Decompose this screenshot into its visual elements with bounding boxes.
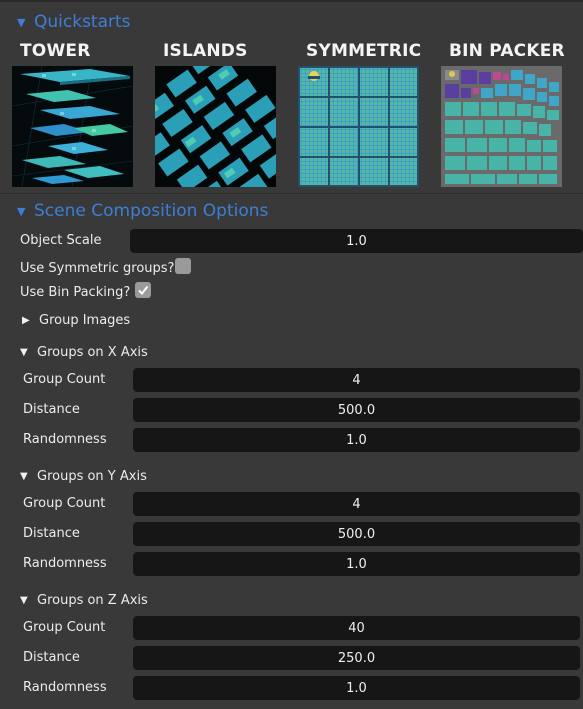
use-bin-packing-label: Use Bin Packing? [20,285,131,300]
x-randomness-field[interactable]: 1.0 [133,428,580,452]
quickstart-islands-thumbnail[interactable] [155,66,276,187]
z-group-count-label: Group Count [23,620,106,635]
groups-z-axis-header[interactable]: ▼ Groups on Z Axis [0,590,148,610]
x-group-count-label: Group Count [23,372,106,387]
quickstart-symmetric-thumbnail[interactable] [298,66,419,187]
scene-composition-header[interactable]: ▼ Scene Composition Options [0,199,583,223]
use-bin-packing-checkbox[interactable] [135,282,151,298]
y-distance-field[interactable]: 500.0 [133,522,580,546]
quickstart-islands-label: ISLANDS [163,41,248,61]
x-group-count-field[interactable]: 4 [133,368,580,392]
y-randomness-value: 1.0 [346,556,367,572]
object-scale-field[interactable]: 1.0 [130,229,583,253]
quickstart-symmetric-label: SYMMETRIC [306,41,422,61]
z-distance-label: Distance [23,650,80,665]
triangle-down-icon: ▼ [20,470,28,482]
x-distance-value: 500.0 [337,402,376,418]
y-group-count-label: Group Count [23,496,106,511]
y-distance-value: 500.0 [337,526,376,542]
x-randomness-value: 1.0 [346,432,367,448]
groups-x-axis-title: Groups on X Axis [37,344,148,360]
z-randomness-field[interactable]: 1.0 [133,676,580,700]
x-distance-field[interactable]: 500.0 [133,398,580,422]
y-distance-label: Distance [23,526,80,541]
y-group-count-field[interactable]: 4 [133,492,580,516]
checkmark-icon [138,285,149,296]
object-scale-label: Object Scale [20,233,102,248]
scene-composition-title: Scene Composition Options [34,201,269,221]
groups-y-axis-title: Groups on Y Axis [37,468,147,484]
triangle-down-icon: ▼ [20,346,28,358]
groups-x-axis-header[interactable]: ▼ Groups on X Axis [0,342,148,362]
group-images-header[interactable]: ▶ Group Images [0,310,130,330]
triangle-down-icon: ▼ [17,15,26,29]
quickstarts-title: Quickstarts [34,12,131,32]
use-symmetric-label: Use Symmetric groups? [20,261,175,276]
quickstarts-divider [0,193,583,194]
quickstart-tower-thumbnail[interactable] [12,66,133,187]
y-randomness-label: Randomness [23,556,107,571]
z-distance-value: 250.0 [337,650,376,666]
y-randomness-field[interactable]: 1.0 [133,552,580,576]
group-images-title: Group Images [39,312,131,328]
x-distance-label: Distance [23,402,80,417]
z-group-count-field[interactable]: 40 [133,616,580,640]
triangle-right-icon: ▶ [22,314,30,326]
y-group-count-value: 4 [352,496,361,512]
extension-panel: ▼ Quickstarts TOWER ISLANDS SYMMETRIC BI… [0,0,583,709]
z-randomness-label: Randomness [23,680,107,695]
groups-z-axis-title: Groups on Z Axis [37,592,148,608]
quickstart-bin-packer-thumbnail[interactable] [441,66,562,187]
quickstarts-header[interactable]: ▼ Quickstarts [0,10,583,34]
use-symmetric-checkbox[interactable] [175,258,191,274]
quickstart-tower-label: TOWER [20,41,91,61]
top-edge [0,0,583,2]
triangle-down-icon: ▼ [17,204,26,218]
x-randomness-label: Randomness [23,432,107,447]
z-group-count-value: 40 [348,620,365,636]
groups-y-axis-header[interactable]: ▼ Groups on Y Axis [0,466,147,486]
z-randomness-value: 1.0 [346,680,367,696]
quickstart-bin-packer-label: BIN PACKER [449,41,565,61]
z-distance-field[interactable]: 250.0 [133,646,580,670]
x-group-count-value: 4 [352,372,361,388]
triangle-down-icon: ▼ [20,594,28,606]
object-scale-value: 1.0 [346,233,367,249]
